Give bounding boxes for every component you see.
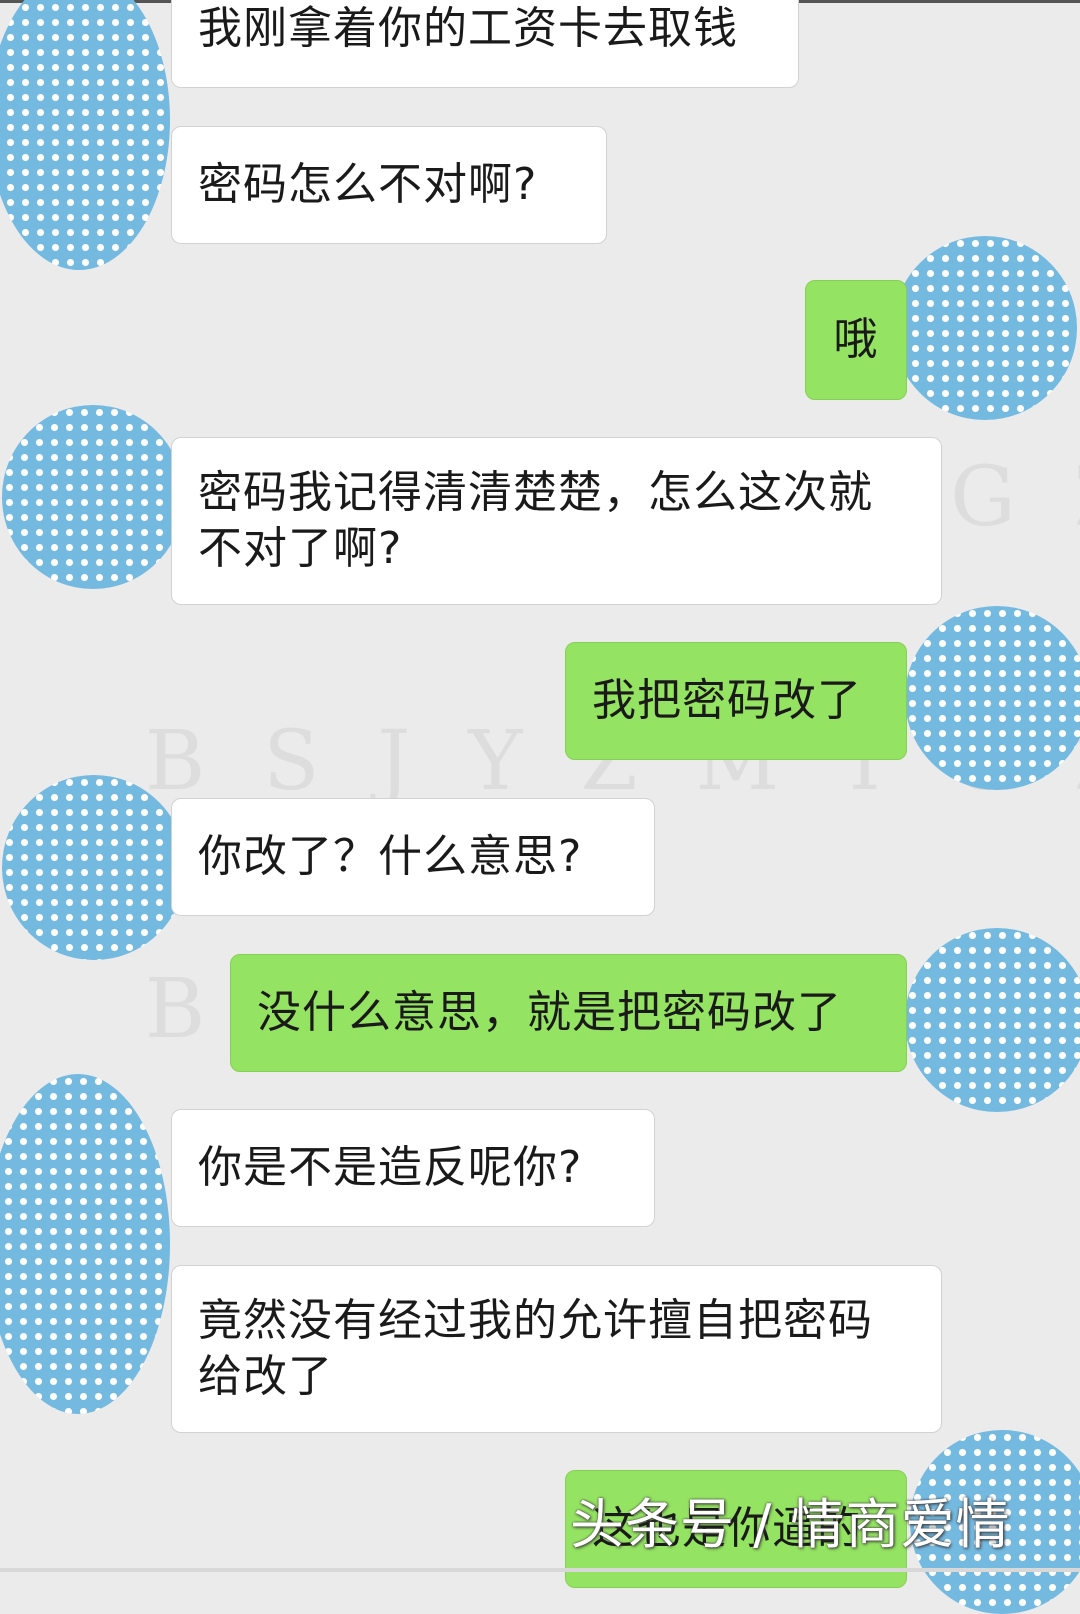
message-bubble-incoming[interactable]: 密码怎么不对啊? [171, 126, 607, 244]
contact-avatar-icon[interactable] [2, 775, 186, 960]
message-text: 你改了？什么意思? [198, 831, 583, 882]
message-bubble-outgoing[interactable]: 没什么意思，就是把密码改了 [230, 954, 907, 1072]
contact-avatar-icon[interactable] [0, 1074, 170, 1414]
message-text: 没什么意思，就是把密码改了 [257, 987, 842, 1038]
message-bubble-incoming[interactable]: 你是不是造反呢你? [171, 1109, 655, 1227]
message-text: 我把密码改了 [592, 675, 862, 726]
source-watermark: 头条号 / 情商爱情 [570, 1493, 1011, 1556]
message-bubble-incoming[interactable]: 竟然没有经过我的允许擅自把密码给改了 [171, 1265, 942, 1433]
message-text: 竟然没有经过我的允许擅自把密码给改了 [198, 1295, 873, 1402]
bottom-edge-divider [0, 1568, 1080, 1572]
message-text: 密码我记得清清楚楚，怎么这次就不对了啊? [198, 467, 873, 574]
self-avatar-icon[interactable] [905, 606, 1080, 790]
self-avatar-icon[interactable] [905, 928, 1080, 1112]
message-bubble-incoming[interactable]: 我刚拿着你的工资卡去取钱 [171, 0, 799, 88]
message-text: 密码怎么不对啊? [198, 159, 538, 210]
self-avatar-icon[interactable] [893, 236, 1077, 420]
message-text: 哦 [833, 314, 879, 365]
message-bubble-incoming[interactable]: 你改了？什么意思? [171, 798, 655, 916]
message-text: 你是不是造反呢你? [198, 1142, 583, 1193]
message-text: 我刚拿着你的工资卡去取钱 [198, 3, 738, 54]
contact-avatar-icon[interactable] [0, 0, 170, 270]
message-bubble-outgoing[interactable]: 哦 [805, 280, 907, 400]
message-bubble-outgoing[interactable]: 我把密码改了 [565, 642, 907, 760]
contact-avatar-icon[interactable] [2, 405, 184, 589]
message-bubble-incoming[interactable]: 密码我记得清清楚楚，怎么这次就不对了啊? [171, 437, 942, 605]
